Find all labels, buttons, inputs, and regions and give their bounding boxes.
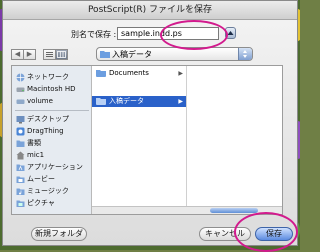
network-icon: [16, 73, 25, 82]
file-browser: ネットワーク Macintosh HD volume デスクトップ DragTh…: [11, 65, 283, 215]
column-view-icon: [57, 51, 66, 58]
browser-column-3: [187, 66, 282, 214]
save-as-input[interactable]: [117, 27, 219, 40]
home-icon: [16, 151, 25, 160]
dragthing-icon: [16, 127, 25, 136]
movies-icon: [16, 176, 25, 183]
sidebar-item-label: アプリケーション: [27, 163, 83, 171]
forward-button[interactable]: ▶: [23, 49, 36, 60]
horizontal-scrollbar[interactable]: [92, 206, 282, 214]
sidebar-item-pictures[interactable]: ピクチャ: [12, 198, 91, 209]
sidebar-item-macintosh-hd[interactable]: Macintosh HD: [12, 84, 91, 95]
sidebar-item-label: 書類: [27, 139, 41, 147]
sidebar-item-label: Macintosh HD: [27, 85, 76, 93]
disclosure-arrow-icon: ▶: [178, 98, 183, 105]
pictures-icon: [16, 200, 25, 207]
sidebar-item-label: デスクトップ: [27, 115, 69, 123]
volume-icon: [16, 99, 25, 104]
browser-column-2-wrap: 入稿データ ▶: [92, 66, 187, 214]
sidebar-item-label: ピクチャ: [27, 199, 55, 207]
folder-icon: [96, 98, 106, 105]
popup-arrows-icon: [238, 48, 252, 60]
folder-icon: [100, 51, 110, 58]
column-view-button[interactable]: [55, 49, 68, 60]
list-item-label: 入稿データ: [109, 97, 144, 105]
sidebar-divider: [15, 110, 89, 111]
save-dialog: PostScript(R) ファイルを保存 別名で保存 : ◀ ▶ 入稿データ: [2, 0, 298, 246]
location-popup-value: 入稿データ: [112, 50, 152, 59]
documents-folder-icon: [16, 140, 25, 147]
forward-arrow-icon: ▶: [26, 50, 33, 58]
applications-icon: [16, 164, 25, 171]
sidebar-item-label: volume: [27, 97, 53, 105]
sidebar-item-desktop[interactable]: デスクトップ: [12, 114, 91, 125]
sidebar-item-mic1[interactable]: mic1: [12, 150, 91, 161]
chevron-up-icon: [227, 31, 234, 35]
sidebar-item-documents[interactable]: 書類: [12, 138, 91, 149]
sidebar-item-label: ミュージック: [27, 187, 69, 195]
desktop-icon: [16, 116, 25, 124]
save-as-label: 別名で保存 :: [71, 30, 117, 39]
sidebar-item-label: ムービー: [27, 175, 55, 183]
sidebar-item-movies[interactable]: ムービー: [12, 174, 91, 185]
sidebar-item-applications[interactable]: アプリケーション: [12, 162, 91, 173]
sidebar-item-dragthing[interactable]: DragThing: [12, 126, 91, 137]
location-popup[interactable]: 入稿データ: [96, 47, 253, 61]
dialog-title: PostScript(R) ファイルを保存: [3, 1, 297, 20]
music-icon: [16, 188, 25, 195]
back-arrow-icon: ◀: [14, 50, 21, 58]
hard-drive-icon: [16, 87, 25, 92]
new-folder-button[interactable]: 新規フォルダ: [31, 227, 87, 241]
sidebar-item-volume[interactable]: volume: [12, 96, 91, 107]
save-button[interactable]: 保存: [255, 227, 293, 241]
cancel-button[interactable]: キャンセル: [199, 227, 251, 241]
expand-toggle-button[interactable]: [225, 27, 236, 39]
sidebar-item-music[interactable]: ミュージック: [12, 186, 91, 197]
sidebar-item-label: DragThing: [27, 127, 64, 135]
sidebar: ネットワーク Macintosh HD volume デスクトップ DragTh…: [12, 66, 92, 214]
sidebar-item-network[interactable]: ネットワーク: [12, 72, 91, 83]
scrollbar-thumb[interactable]: [210, 208, 258, 213]
sidebar-item-label: mic1: [27, 151, 45, 159]
sidebar-item-label: ネットワーク: [27, 73, 69, 81]
list-view-icon: [46, 52, 53, 57]
list-item-submission-data[interactable]: 入稿データ ▶: [92, 96, 186, 107]
